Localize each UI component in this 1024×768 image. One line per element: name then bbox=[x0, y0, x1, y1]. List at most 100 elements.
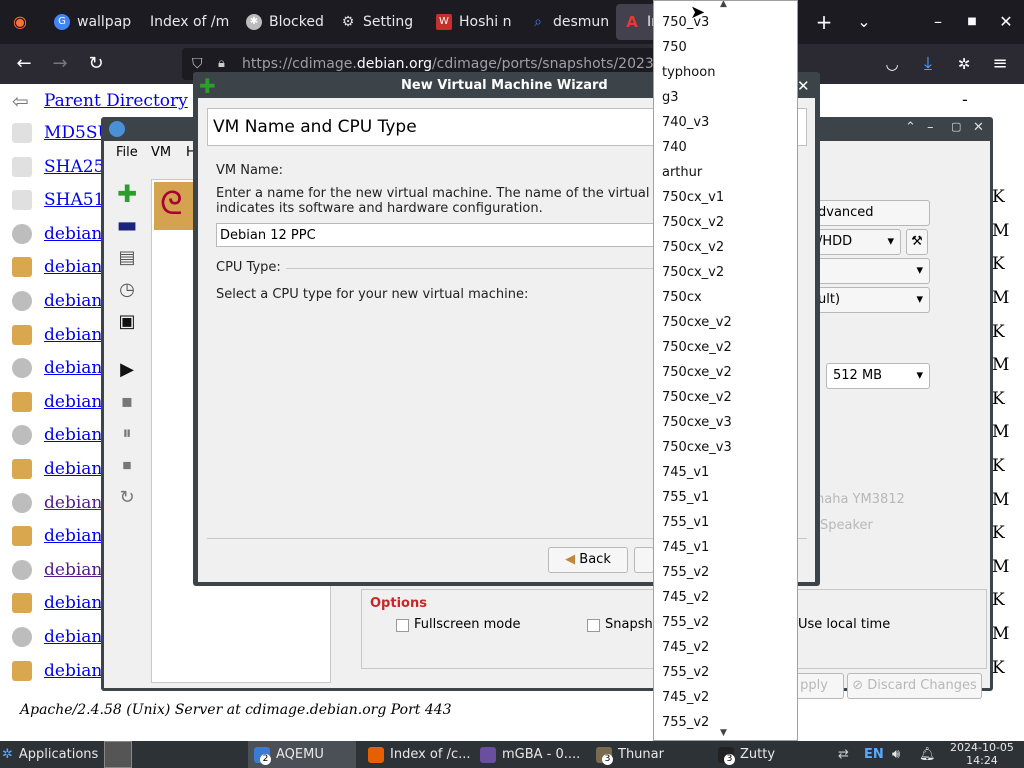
file-link[interactable]: debian bbox=[44, 459, 102, 479]
volume-icon[interactable]: 🔊︎ bbox=[892, 741, 900, 768]
machine-select[interactable]: ▾ bbox=[809, 258, 930, 284]
remove-vm-icon[interactable]: ▬ bbox=[114, 213, 140, 239]
file-link[interactable]: debian bbox=[44, 627, 102, 647]
aqemu-shade-icon[interactable]: ⌃ bbox=[905, 120, 916, 135]
cpu-option[interactable]: 750cx_v2 bbox=[662, 215, 724, 230]
cpu-option[interactable]: 750cxe_v3 bbox=[662, 415, 732, 430]
tab-5[interactable]: ⌕ desmun bbox=[522, 4, 610, 40]
start-icon[interactable]: ▶ bbox=[114, 357, 140, 383]
cpu-type-dropdown[interactable]: ▲ 750_v3 750 typhoon g3 740_v3 740 arthur 750cx… bbox=[653, 0, 798, 741]
save-icon[interactable]: ▪ bbox=[114, 389, 140, 415]
advanced-button[interactable]: dvanced bbox=[809, 200, 930, 226]
cpu-option[interactable]: 750cx_v2 bbox=[662, 240, 724, 255]
clock-icon[interactable]: ◷ bbox=[114, 277, 140, 303]
cpu-option[interactable]: 755_v1 bbox=[662, 490, 709, 505]
file-link[interactable]: debian bbox=[44, 493, 102, 513]
cpu-option[interactable]: 750cxe_v2 bbox=[662, 390, 732, 405]
add-vm-icon[interactable]: ✚ bbox=[114, 181, 140, 207]
cpu-option[interactable]: 740 bbox=[662, 140, 687, 155]
aqemu-maximize-icon[interactable]: ▢ bbox=[951, 120, 961, 133]
keyboard-layout[interactable]: EN bbox=[864, 741, 884, 768]
taskbar-item[interactable]: Thunar 3 bbox=[590, 741, 706, 768]
file-link[interactable]: debian bbox=[44, 661, 102, 681]
tab-0[interactable]: Gwallpap bbox=[46, 4, 140, 40]
maximize-icon[interactable]: ■ bbox=[960, 10, 984, 34]
tab-6-active[interactable]: AIn bbox=[616, 4, 656, 40]
cpu-option[interactable]: 740_v3 bbox=[662, 115, 709, 130]
file-link[interactable]: debian bbox=[44, 526, 102, 546]
cpu-option[interactable]: 755_v2 bbox=[662, 565, 709, 580]
notification-icon[interactable]: 🔔︎ bbox=[919, 741, 936, 768]
tab-1[interactable]: Index of /m bbox=[142, 4, 230, 40]
cpu-option[interactable]: 750cx_v1 bbox=[662, 190, 724, 205]
cpu-option[interactable]: 745_v1 bbox=[662, 540, 709, 555]
cpu-option[interactable]: 750 bbox=[662, 40, 687, 55]
file-link[interactable]: SHA25 bbox=[44, 157, 104, 177]
back-icon[interactable]: ← bbox=[12, 52, 36, 76]
file-link[interactable]: debian bbox=[44, 224, 102, 244]
debian-vm-icon[interactable]: ᘓ bbox=[154, 182, 194, 230]
tab-3[interactable]: ⚙ Setting bbox=[332, 4, 424, 40]
file-link[interactable]: debian bbox=[44, 392, 102, 412]
file-link[interactable]: debian bbox=[44, 358, 102, 378]
boot-device-select[interactable]: /HDD ▾ bbox=[809, 229, 901, 255]
memory-select[interactable]: 512 MB ▾ bbox=[826, 363, 930, 389]
discard-changes-button[interactable]: ⊘ Discard Changes bbox=[847, 673, 982, 699]
tools-icon[interactable]: ⚒ bbox=[906, 229, 928, 255]
scroll-up-icon[interactable]: ▲ bbox=[720, 1, 727, 9]
file-link[interactable]: debian bbox=[44, 325, 102, 345]
cpu-option[interactable]: 755_v1 bbox=[662, 515, 709, 530]
file-link[interactable]: debian bbox=[44, 593, 102, 613]
cpu-option[interactable]: 750cxe_v2 bbox=[662, 340, 732, 355]
cpu-option[interactable]: arthur bbox=[662, 165, 702, 180]
cpu-option[interactable]: 755_v2 bbox=[662, 615, 709, 630]
desktop-icon[interactable] bbox=[104, 741, 132, 768]
cpu-option[interactable]: 750cx_v2 bbox=[662, 265, 724, 280]
taskbar-item[interactable]: Index of /c... bbox=[362, 741, 471, 768]
terminal-icon[interactable]: ▣ bbox=[114, 309, 140, 335]
cpu-option[interactable]: 745_v2 bbox=[662, 690, 709, 705]
new-tab-icon[interactable]: + bbox=[812, 10, 836, 34]
aqemu-close-icon[interactable]: ✕ bbox=[973, 120, 984, 135]
pocket-icon[interactable]: ◡ bbox=[880, 52, 904, 76]
cpu-select[interactable]: ult) ▾ bbox=[809, 287, 930, 313]
stop-icon[interactable]: ⏹︎ bbox=[114, 453, 140, 479]
cpu-option[interactable]: 745_v2 bbox=[662, 640, 709, 655]
pause-icon[interactable]: ⏸︎ bbox=[114, 421, 140, 447]
menu-icon[interactable]: ≡ bbox=[988, 52, 1012, 76]
applications-menu[interactable]: ✲ Applications bbox=[2, 741, 98, 768]
back-button[interactable]: ◀ Back bbox=[548, 547, 628, 573]
cpu-option[interactable]: 745_v1 bbox=[662, 465, 709, 480]
clock[interactable]: 2024-10-05 14:24 bbox=[950, 741, 1014, 767]
download-icon[interactable]: ⤓ bbox=[916, 52, 940, 76]
forward-icon[interactable]: → bbox=[48, 52, 72, 76]
cpu-option[interactable]: 750cx bbox=[662, 290, 702, 305]
tab-4[interactable]: W Hoshi n bbox=[428, 4, 516, 40]
vm-name-input[interactable] bbox=[216, 223, 656, 247]
wizard-close-icon[interactable]: ✕ bbox=[797, 77, 810, 95]
menu-file[interactable]: File bbox=[116, 145, 138, 160]
scroll-down-icon[interactable]: ▼ bbox=[720, 728, 727, 738]
taskbar-item[interactable]: mGBA - 0.... bbox=[474, 741, 584, 768]
drive-icon[interactable]: ▤ bbox=[114, 245, 140, 271]
tab-list-icon[interactable]: ⌄ bbox=[852, 10, 876, 34]
cpu-option[interactable]: 750cxe_v2 bbox=[662, 315, 732, 330]
parent-directory-link[interactable]: Parent Directory bbox=[44, 91, 188, 111]
taskbar-item[interactable]: AQEMU 2 bbox=[248, 741, 356, 768]
cpu-option[interactable]: 755_v2 bbox=[662, 665, 709, 680]
file-link[interactable]: debian bbox=[44, 425, 102, 445]
network-icon[interactable]: ⇄ bbox=[838, 741, 849, 768]
fullscreen-checkbox[interactable] bbox=[396, 619, 409, 632]
aqemu-minimize-icon[interactable]: – bbox=[927, 120, 934, 135]
cpu-option[interactable]: 750cxe_v2 bbox=[662, 365, 732, 380]
next-button[interactable] bbox=[634, 547, 654, 573]
tab-2[interactable]: ✱ Blocked bbox=[238, 4, 328, 40]
cpu-option[interactable]: 750cxe_v3 bbox=[662, 440, 732, 455]
localtime-label[interactable]: Use local time bbox=[798, 617, 890, 632]
file-link[interactable]: debian bbox=[44, 291, 102, 311]
taskbar-item[interactable]: Zutty 3 bbox=[712, 741, 812, 768]
file-link[interactable]: SHA51 bbox=[44, 190, 104, 210]
extensions-icon[interactable]: ✲ bbox=[952, 52, 976, 76]
reset-icon[interactable]: ↻ bbox=[114, 485, 140, 511]
cpu-option[interactable]: g3 bbox=[662, 90, 679, 105]
